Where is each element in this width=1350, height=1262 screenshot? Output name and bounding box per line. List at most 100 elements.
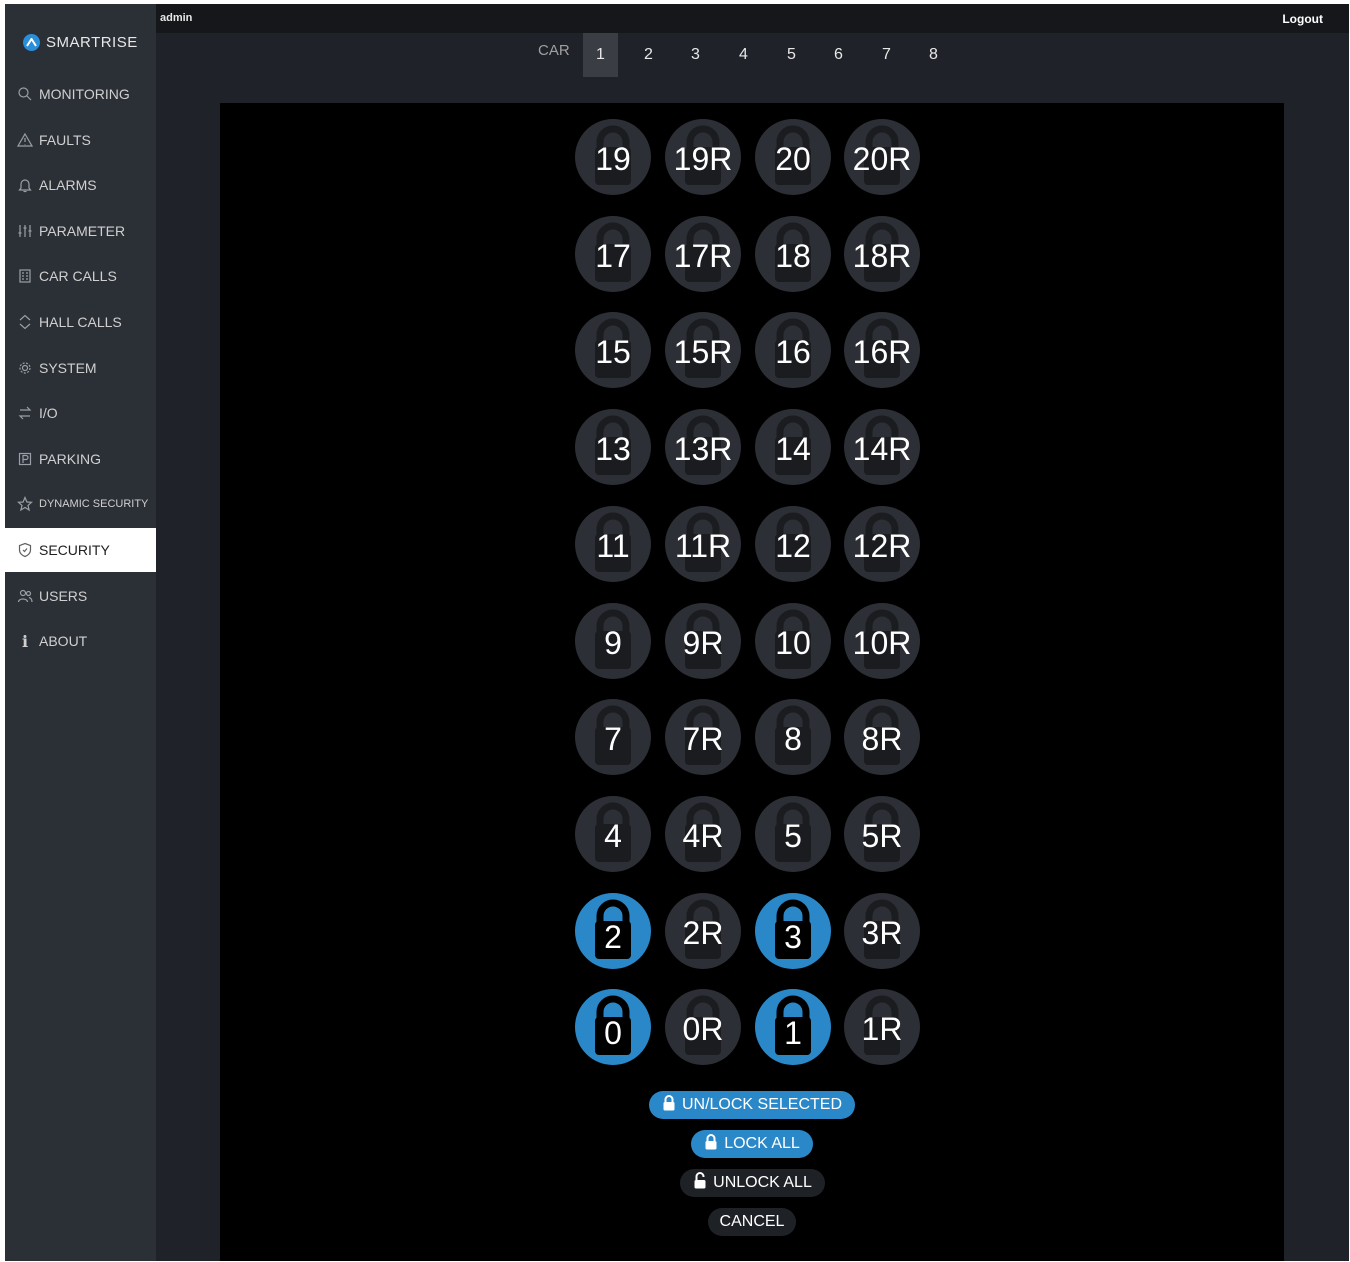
sidebar-item-alarms[interactable]: ALARMS (5, 163, 156, 207)
floor-button-19r[interactable]: 19R (665, 119, 741, 195)
lock-all-button[interactable]: LOCK ALL (691, 1130, 813, 1158)
floor-button-1r[interactable]: 1R (844, 989, 920, 1065)
floor-button-3r[interactable]: 3R (844, 893, 920, 969)
sidebar: SMARTRISE MONITORING FAULTS ALARMS PARAMETE… (5, 4, 156, 1261)
sidebar-item-label: SYSTEM (39, 360, 97, 376)
brand-name: SMARTRISE (46, 33, 138, 51)
floor-button-14r[interactable]: 14R (844, 409, 920, 485)
floor-label: 7R (682, 721, 724, 757)
floor-button-18[interactable]: 18 (755, 216, 831, 292)
sidebar-item-system[interactable]: SYSTEM (5, 346, 156, 390)
floor-label: 18 (775, 238, 811, 274)
floor-button-9r[interactable]: 9R (665, 603, 741, 679)
floor-button-0r[interactable]: 0R (665, 989, 741, 1065)
sidebar-item-security[interactable]: SECURITY (5, 528, 156, 572)
floor-label: 19 (595, 141, 631, 177)
floor-button-2r[interactable]: 2R (665, 893, 741, 969)
floor-label: 0R (682, 1011, 724, 1047)
floor-button-3[interactable]: 3 (755, 893, 831, 969)
floor-button-0[interactable]: 0 (575, 989, 651, 1065)
floor-button-5[interactable]: 5 (755, 796, 831, 872)
car-tab-4[interactable]: 4 (726, 33, 761, 77)
cancel-label: CANCEL (719, 1213, 785, 1230)
floor-button-14[interactable]: 14 (755, 409, 831, 485)
floor-button-11r[interactable]: 11R (665, 506, 741, 582)
top-bar: admin Logout (156, 4, 1349, 33)
floor-button-2[interactable]: 2 (575, 893, 651, 969)
shield-icon (17, 542, 33, 558)
sidebar-item-faults[interactable]: FAULTS (5, 118, 156, 162)
floor-button-19[interactable]: 19 (575, 119, 651, 195)
sidebar-item-hall-calls[interactable]: HALL CALLS (5, 300, 156, 344)
floor-label: 4 (604, 818, 622, 854)
up-down-icon (17, 314, 33, 330)
floor-label: 19R (673, 141, 733, 177)
floor-button-7r[interactable]: 7R (665, 699, 741, 775)
bell-icon (17, 177, 33, 193)
sidebar-item-i-o[interactable]: I/O (5, 391, 156, 435)
sidebar-item-dynamic-security[interactable]: DYNAMIC SECURITY (5, 482, 156, 526)
car-tab-8[interactable]: 8 (916, 33, 951, 77)
unlock-icon (693, 1172, 707, 1194)
app-window: SMARTRISE MONITORING FAULTS ALARMS PARAMETE… (5, 4, 1349, 1261)
floor-button-10r[interactable]: 10R (844, 603, 920, 679)
floor-button-5r[interactable]: 5R (844, 796, 920, 872)
floor-button-12r[interactable]: 12R (844, 506, 920, 582)
car-tab-2[interactable]: 2 (631, 33, 666, 77)
floor-label: 4R (682, 818, 724, 854)
car-tab-3[interactable]: 3 (678, 33, 713, 77)
floor-button-13r[interactable]: 13R (665, 409, 741, 485)
brand-logo[interactable]: SMARTRISE (23, 32, 138, 52)
sidebar-item-label: PARAMETER (39, 223, 126, 239)
logout-link[interactable]: Logout (1282, 12, 1323, 26)
car-tab-6[interactable]: 6 (821, 33, 856, 77)
floor-label: 12 (775, 528, 811, 564)
floor-label: 1 (784, 1015, 802, 1051)
sidebar-item-users[interactable]: USERS (5, 574, 156, 618)
floor-button-16[interactable]: 16 (755, 312, 831, 388)
floor-button-15[interactable]: 15 (575, 312, 651, 388)
floor-label: 3R (861, 915, 903, 951)
car-tab-7[interactable]: 7 (869, 33, 904, 77)
parking-icon (17, 451, 33, 467)
smartrise-logo-icon (23, 33, 40, 51)
floor-button-4[interactable]: 4 (575, 796, 651, 872)
floor-button-8r[interactable]: 8R (844, 699, 920, 775)
floor-button-15r[interactable]: 15R (665, 312, 741, 388)
floor-button-16r[interactable]: 16R (844, 312, 920, 388)
sidebar-item-label: ALARMS (39, 177, 97, 193)
sidebar-item-parking[interactable]: PARKING (5, 437, 156, 481)
car-tab-5[interactable]: 5 (774, 33, 809, 77)
swap-arrows-icon (17, 405, 33, 421)
floor-button-18r[interactable]: 18R (844, 216, 920, 292)
sidebar-item-label: USERS (39, 588, 88, 604)
keypad-icon (17, 268, 33, 284)
sidebar-item-car-calls[interactable]: CAR CALLS (5, 254, 156, 298)
floor-label: 20R (852, 141, 912, 177)
floor-button-9[interactable]: 9 (575, 603, 651, 679)
car-tab-1[interactable]: 1 (583, 33, 618, 77)
floor-button-13[interactable]: 13 (575, 409, 651, 485)
floor-label: 13R (673, 431, 733, 467)
floor-button-17[interactable]: 17 (575, 216, 651, 292)
floor-button-17r[interactable]: 17R (665, 216, 741, 292)
floor-button-4r[interactable]: 4R (665, 796, 741, 872)
floor-button-1[interactable]: 1 (755, 989, 831, 1065)
floor-button-12[interactable]: 12 (755, 506, 831, 582)
unlock-selected-button[interactable]: UN/LOCK SELECTED (649, 1091, 855, 1119)
floor-label: 9R (682, 625, 724, 661)
sidebar-item-monitoring[interactable]: MONITORING (5, 72, 156, 116)
floor-label: 10 (775, 625, 811, 661)
sidebar-item-about[interactable]: i ABOUT (5, 619, 156, 663)
sidebar-item-parameter[interactable]: PARAMETER (5, 209, 156, 253)
floor-button-11[interactable]: 11 (575, 506, 651, 582)
floor-label: 17 (595, 238, 631, 274)
cancel-button[interactable]: CANCEL (708, 1208, 796, 1236)
floor-button-20[interactable]: 20 (755, 119, 831, 195)
floor-button-20r[interactable]: 20R (844, 119, 920, 195)
floor-label: 10R (852, 625, 912, 661)
unlock-all-button[interactable]: UNLOCK ALL (680, 1169, 825, 1197)
floor-button-8[interactable]: 8 (755, 699, 831, 775)
floor-button-10[interactable]: 10 (755, 603, 831, 679)
floor-button-7[interactable]: 7 (575, 699, 651, 775)
